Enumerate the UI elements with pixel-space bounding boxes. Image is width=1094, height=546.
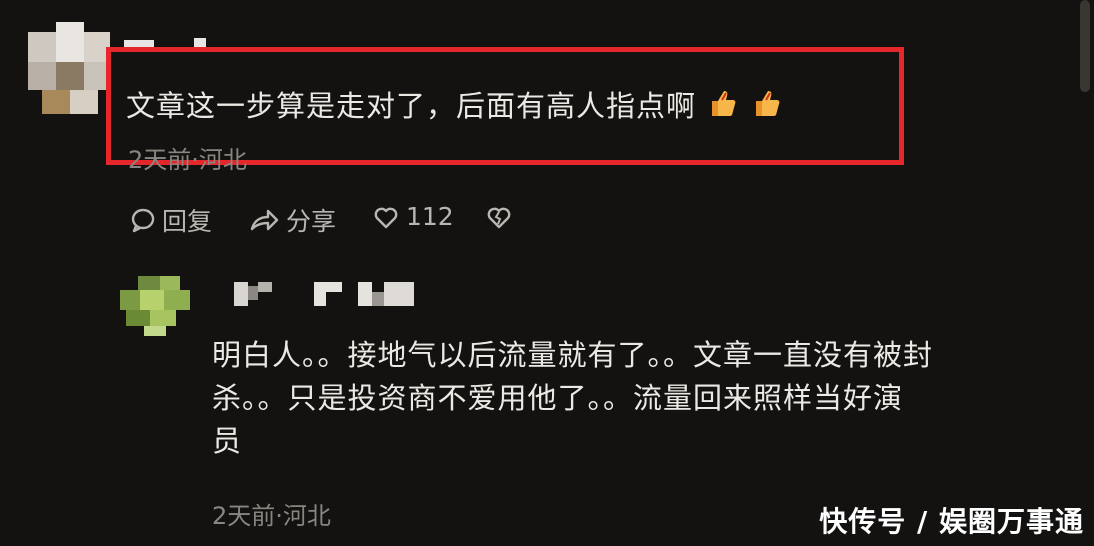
reply-text-line: 杀。。只是投资商不爱用他了。。流量回来照样当好演 — [212, 381, 904, 415]
reply-button[interactable]: 回复 — [130, 202, 212, 238]
like-button[interactable]: 112 — [372, 202, 454, 231]
comment-bubble-icon — [131, 208, 155, 233]
watermark: 快传号 / 娱圈万事通 — [819, 505, 1084, 538]
broken-heart-icon — [487, 207, 511, 229]
share-arrow-icon — [250, 209, 279, 231]
comment-meta: 2天前·河北 — [128, 146, 247, 174]
thumbs-up-icon — [708, 85, 736, 131]
dislike-button[interactable] — [484, 204, 520, 230]
reply-meta: 2天前·河北 — [212, 502, 331, 530]
scrollbar[interactable] — [1080, 0, 1090, 92]
comment-text-content: 文章这一步算是走对了，后面有高人指点啊 — [126, 89, 697, 123]
heart-icon — [374, 207, 398, 228]
share-button[interactable]: 分享 — [248, 202, 336, 238]
reply-text-line: 员 — [212, 424, 243, 458]
like-count: 112 — [406, 202, 454, 231]
reply-label: 回复 — [162, 207, 213, 236]
username-blurred — [234, 280, 434, 308]
comment-text: 文章这一步算是走对了，后面有高人指点啊 — [126, 83, 780, 131]
reply-text-line: 明白人。。接地气以后流量就有了。。文章一直没有被封 — [212, 338, 934, 372]
share-label: 分享 — [286, 207, 337, 236]
avatar[interactable] — [28, 22, 110, 114]
avatar[interactable] — [120, 276, 198, 336]
reply-text: 明白人。。接地气以后流量就有了。。文章一直没有被封 杀。。只是投资商不爱用他了。… — [212, 334, 933, 463]
thumbs-up-icon — [752, 85, 780, 131]
